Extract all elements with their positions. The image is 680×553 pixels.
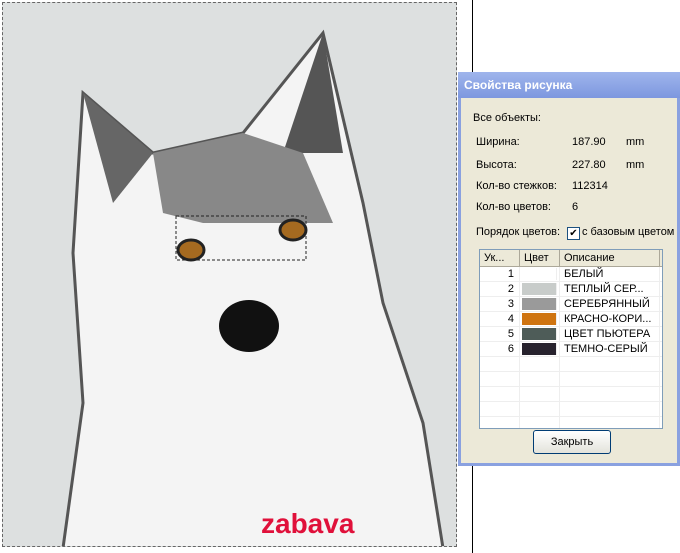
color-order-label: Порядок цветов: xyxy=(476,226,561,238)
table-row[interactable] xyxy=(480,357,662,372)
row-color xyxy=(520,357,560,371)
table-row[interactable] xyxy=(480,417,662,428)
row-description: КРАСНО-КОРИ... xyxy=(560,312,660,326)
watermark-logo: zabava xyxy=(261,508,355,539)
row-color xyxy=(520,297,560,311)
colors-label: Кол-во цветов: xyxy=(476,201,551,213)
row-description: ЦВЕТ ПЬЮТЕРА xyxy=(560,327,660,341)
row-index: 1 xyxy=(480,267,520,281)
row-color xyxy=(520,342,560,356)
table-row[interactable]: 5 ЦВЕТ ПЬЮТЕРА xyxy=(480,327,662,342)
table-row[interactable]: 3 СЕРЕБРЯННЫЙ xyxy=(480,297,662,312)
row-description: ТЕМНО-СЕРЫЙ xyxy=(560,342,660,356)
column-header-description[interactable]: Описание xyxy=(560,250,660,266)
column-header-index[interactable]: Ук... xyxy=(480,250,520,266)
row-color xyxy=(520,417,560,428)
row-color xyxy=(520,312,560,326)
row-index xyxy=(480,372,520,386)
table-row[interactable]: 2 ТЕПЛЫЙ СЕР... xyxy=(480,282,662,297)
color-swatch xyxy=(522,268,557,280)
table-row[interactable]: 6 ТЕМНО-СЕРЫЙ xyxy=(480,342,662,357)
height-unit: mm xyxy=(626,159,645,171)
color-swatch xyxy=(522,283,557,295)
row-index xyxy=(480,402,520,416)
row-index: 4 xyxy=(480,312,520,326)
row-color xyxy=(520,267,560,281)
stitches-label: Кол-во стежков: xyxy=(476,180,557,192)
table-row[interactable] xyxy=(480,387,662,402)
color-table[interactable]: Ук... Цвет Описание 1 БЕЛЫЙ 2 ТЕПЛЫЙ СЕР...… xyxy=(479,249,663,429)
colors-value: 6 xyxy=(572,201,579,213)
table-header: Ук... Цвет Описание xyxy=(480,250,662,267)
row-index xyxy=(480,357,520,371)
row-color xyxy=(520,402,560,416)
row-index xyxy=(480,387,520,401)
row-index: 5 xyxy=(480,327,520,341)
row-description xyxy=(560,372,660,386)
embroidery-canvas[interactable]: zabava xyxy=(2,2,457,547)
width-value: 187.90 xyxy=(572,136,606,148)
row-index xyxy=(480,417,520,428)
husky-embroidery-image xyxy=(61,29,445,546)
color-swatch xyxy=(522,313,557,325)
color-swatch xyxy=(522,298,557,310)
row-color xyxy=(520,372,560,386)
column-header-color[interactable]: Цвет xyxy=(520,250,560,266)
checkmark-icon: ✔ xyxy=(569,228,578,239)
table-row[interactable] xyxy=(480,402,662,417)
row-color xyxy=(520,387,560,401)
row-description: СЕРЕБРЯННЫЙ xyxy=(560,297,660,311)
dialog-title[interactable]: Свойства рисунка xyxy=(458,72,680,98)
color-swatch xyxy=(522,343,557,355)
base-color-option-label[interactable]: с базовым цветом xyxy=(582,226,674,238)
color-swatch xyxy=(522,328,557,340)
stitches-value: 112314 xyxy=(572,180,608,192)
row-index: 2 xyxy=(480,282,520,296)
row-description xyxy=(560,387,660,401)
base-color-checkbox[interactable]: ✔ xyxy=(567,227,580,240)
height-label: Высота: xyxy=(476,159,517,171)
row-description: БЕЛЫЙ xyxy=(560,267,660,281)
row-description: ТЕПЛЫЙ СЕР... xyxy=(560,282,660,296)
row-color xyxy=(520,282,560,296)
table-row[interactable] xyxy=(480,372,662,387)
table-row[interactable]: 4 КРАСНО-КОРИ... xyxy=(480,312,662,327)
row-description xyxy=(560,402,660,416)
row-index: 3 xyxy=(480,297,520,311)
row-description xyxy=(560,417,660,428)
row-index: 6 xyxy=(480,342,520,356)
row-color xyxy=(520,327,560,341)
width-label: Ширина: xyxy=(476,136,520,148)
height-value: 227.80 xyxy=(572,159,606,171)
close-button[interactable]: Закрыть xyxy=(533,430,611,454)
table-row[interactable]: 1 БЕЛЫЙ xyxy=(480,267,662,282)
width-unit: mm xyxy=(626,136,645,148)
all-objects-label: Все объекты: xyxy=(473,112,541,124)
row-description xyxy=(560,357,660,371)
picture-properties-dialog: Свойства рисунка Все объекты: Ширина: 18… xyxy=(458,72,680,466)
